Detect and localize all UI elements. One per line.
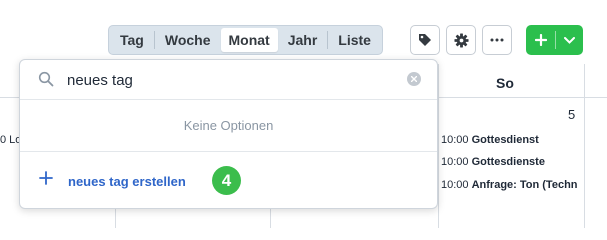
clear-icon[interactable] (407, 72, 421, 86)
view-list-button[interactable]: Liste (330, 28, 379, 52)
close-icon (411, 76, 417, 82)
calendar-toolbar: Tag Woche Monat Jahr Liste (0, 24, 607, 56)
search-icon (38, 71, 54, 87)
more-icon (490, 38, 504, 42)
day-number: 5 (568, 107, 576, 122)
chevron-down-icon (564, 36, 575, 44)
view-separator (327, 31, 329, 49)
plus-icon (39, 171, 53, 185)
tag-search-input[interactable] (67, 68, 397, 92)
event-title: Gottesdienste (471, 156, 545, 168)
view-month-button[interactable]: Monat (220, 28, 278, 52)
create-tag-option[interactable]: neues tag erstellen 4 (20, 152, 437, 208)
view-week-button[interactable]: Woche (157, 28, 219, 52)
view-separator (153, 31, 155, 49)
event-time: 10:00 (441, 134, 469, 146)
view-day-button[interactable]: Tag (112, 28, 152, 52)
view-year-button[interactable]: Jahr (280, 28, 326, 52)
more-button[interactable] (482, 25, 512, 55)
gear-icon (453, 32, 469, 48)
calendar-event[interactable]: 10:00 Anfrage: Ton (Techn (441, 179, 578, 191)
column-divider (438, 64, 439, 228)
tag-button[interactable] (410, 25, 440, 55)
event-time: 10:00 (441, 156, 469, 168)
day-header-sunday: So (496, 75, 514, 91)
tag-search-row (20, 60, 437, 100)
add-event-button-group (526, 25, 583, 55)
step-badge: 4 (212, 166, 241, 195)
settings-button[interactable] (446, 25, 476, 55)
view-switcher: Tag Woche Monat Jahr Liste (108, 25, 383, 55)
calendar-event[interactable]: 10:00 Gottesdienste (441, 156, 545, 168)
plus-icon (534, 34, 547, 46)
column-divider (584, 64, 585, 228)
event-title: Anfrage: Ton (Techn (471, 179, 578, 191)
calendar-event[interactable]: 10:00 Gottesdienst (441, 134, 539, 146)
event-title: Gottesdienst (471, 134, 539, 146)
tag-icon (419, 34, 431, 46)
tag-dropdown: Keine Optionen neues tag erstellen 4 (19, 59, 438, 209)
create-tag-label: neues tag erstellen (68, 174, 186, 189)
add-event-button[interactable] (526, 25, 555, 55)
event-time: 10:00 (441, 179, 469, 191)
add-options-button[interactable] (556, 25, 583, 55)
no-options-message: Keine Optionen (20, 100, 437, 152)
